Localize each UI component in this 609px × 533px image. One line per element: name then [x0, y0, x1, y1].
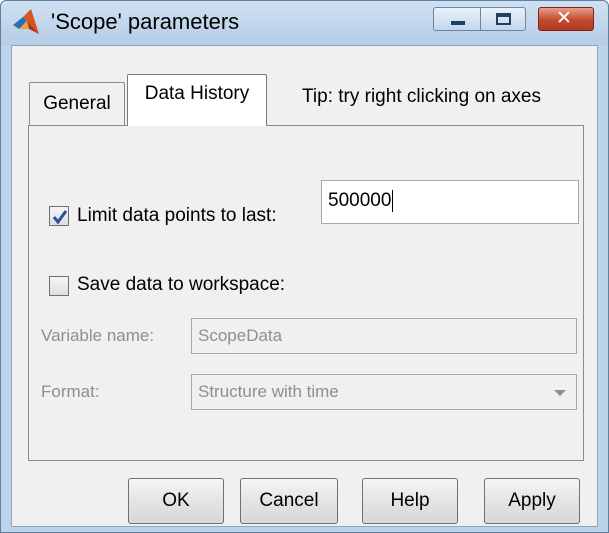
limit-data-points-label: Limit data points to last: [77, 205, 277, 226]
dialog-body: General Data History Tip: try right clic… [11, 45, 598, 527]
maximize-button[interactable] [480, 7, 526, 31]
matlab-logo-icon [13, 9, 39, 34]
limit-data-points-value: 500000 [328, 190, 392, 211]
format-label: Format: [41, 382, 100, 401]
close-icon: ✕ [556, 8, 572, 29]
window-title: 'Scope' parameters [51, 9, 240, 34]
limit-data-points-input[interactable]: 500000 [321, 180, 579, 224]
chevron-down-icon [554, 390, 566, 396]
ok-button[interactable]: OK [128, 478, 224, 524]
minimize-icon [451, 21, 465, 25]
text-caret [392, 189, 394, 212]
variable-name-input[interactable]: ScopeData [191, 318, 577, 354]
format-selected-value: Structure with time [198, 382, 339, 401]
save-to-workspace-label: Save data to workspace: [77, 274, 286, 295]
tip-text: Tip: try right clicking on axes [302, 86, 541, 107]
close-button[interactable]: ✕ [538, 7, 594, 31]
variable-name-label: Variable name: [41, 326, 155, 345]
save-to-workspace-checkbox[interactable] [49, 276, 69, 296]
cancel-button[interactable]: Cancel [240, 478, 338, 524]
limit-data-points-checkbox[interactable] [49, 206, 69, 226]
maximize-icon [496, 13, 511, 25]
format-select[interactable]: Structure with time [191, 374, 577, 410]
scope-parameters-dialog: 'Scope' parameters ✕ General Data Histor… [0, 0, 609, 533]
title-bar[interactable]: 'Scope' parameters ✕ [1, 1, 608, 45]
help-button[interactable]: Help [362, 478, 458, 524]
minimize-button[interactable] [433, 7, 481, 31]
data-history-panel: Limit data points to last: 500000 Save d… [28, 125, 584, 461]
tab-data-history[interactable]: Data History [127, 74, 267, 126]
tab-general[interactable]: General [29, 82, 125, 127]
checkmark-icon [52, 210, 68, 225]
apply-button[interactable]: Apply [484, 478, 580, 524]
